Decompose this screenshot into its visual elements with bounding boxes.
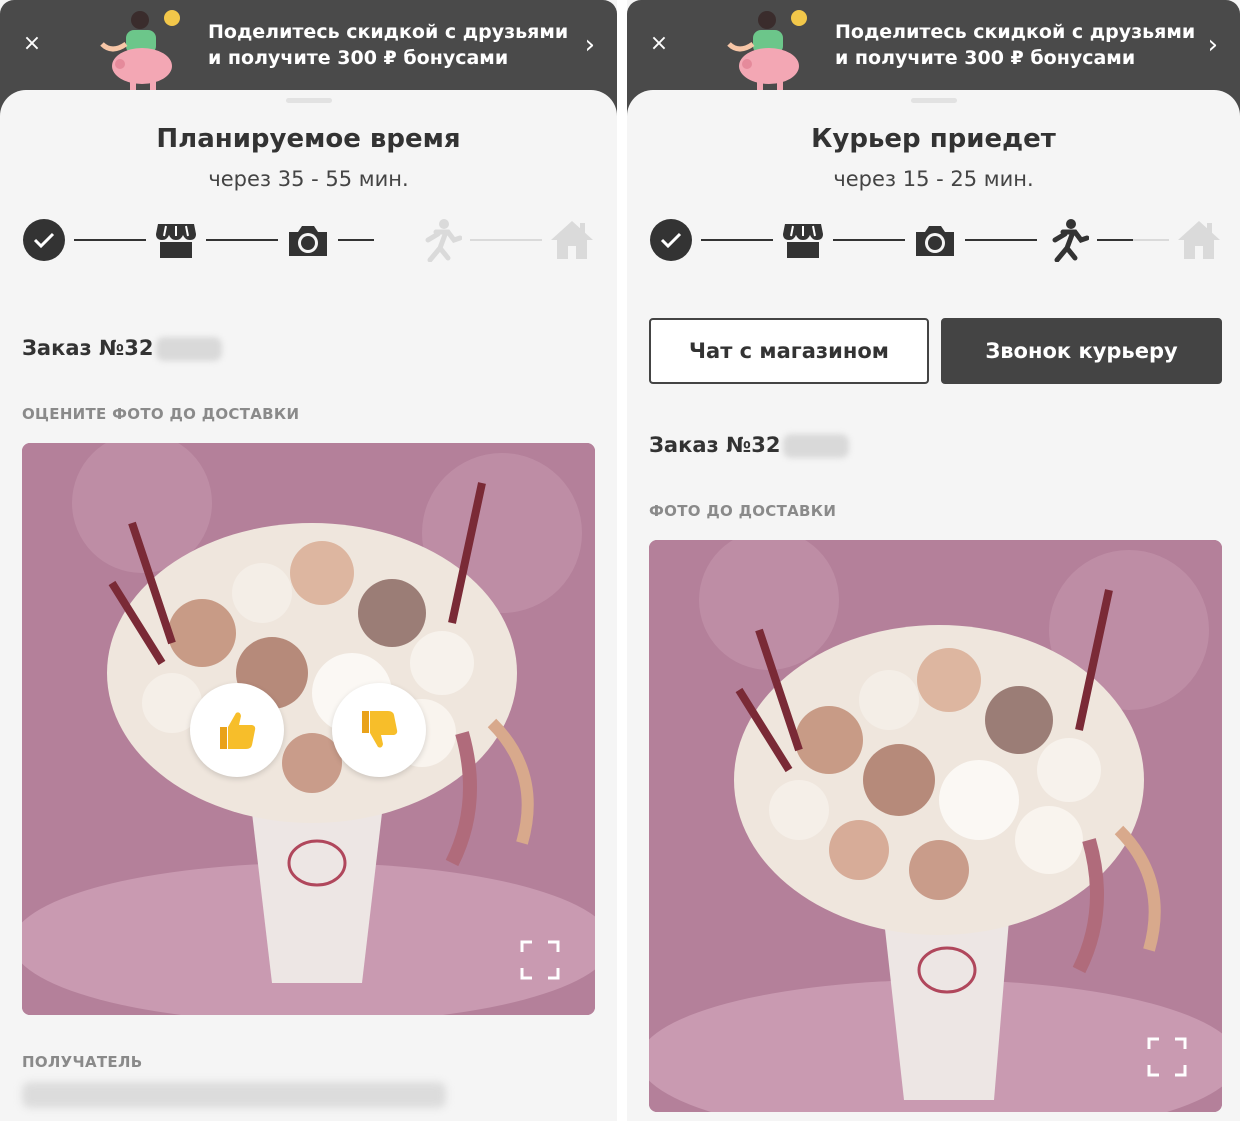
- order-number-blur: [782, 434, 849, 458]
- bouquet-photo[interactable]: [22, 443, 595, 1015]
- store-icon: [154, 218, 198, 262]
- close-icon[interactable]: ×: [22, 33, 42, 55]
- sheet-handle[interactable]: [285, 98, 332, 103]
- step-connector: [1097, 239, 1133, 241]
- order-label: Заказ №32: [649, 433, 781, 457]
- photo-section-label: ФОТО ДО ДОСТАВКИ: [649, 502, 837, 520]
- step-connector: [470, 239, 542, 241]
- piggy-bank-illustration: [100, 10, 180, 90]
- close-icon[interactable]: ×: [649, 33, 669, 55]
- chevron-right-icon[interactable]: ›: [1208, 32, 1218, 58]
- status-title: Планируемое время: [156, 124, 461, 154]
- camera-icon: [286, 218, 330, 262]
- check-icon: [649, 218, 693, 262]
- status-title: Курьер приедет: [811, 124, 1056, 154]
- order-sheet: Курьер приедет через 15 - 25 мин. Чат с …: [627, 90, 1240, 1121]
- bouquet-photo[interactable]: [649, 540, 1222, 1112]
- order-sheet: Планируемое время через 35 - 55 мин. Зак…: [0, 90, 617, 1121]
- order-number-blur: [155, 337, 222, 361]
- expand-icon[interactable]: [520, 940, 560, 980]
- step-connector: [74, 239, 146, 241]
- chevron-right-icon[interactable]: ›: [585, 32, 595, 58]
- recipient-info-blur: [22, 1082, 446, 1108]
- home-icon: [1177, 218, 1221, 262]
- screen-right: × Поделитесь скидкой с друзьями и получи…: [627, 0, 1240, 1121]
- step-connector: [833, 239, 905, 241]
- piggy-bank-illustration: [727, 10, 807, 90]
- camera-icon: [913, 218, 957, 262]
- check-icon: [22, 218, 66, 262]
- status-eta: через 35 - 55 мин.: [208, 167, 409, 191]
- progress-steps: [22, 218, 595, 284]
- recipient-section-label: ПОЛУЧАТЕЛЬ: [22, 1053, 143, 1071]
- step-connector: [338, 239, 374, 241]
- sheet-handle[interactable]: [910, 98, 957, 103]
- progress-steps: [649, 218, 1221, 284]
- bouquet-image: [22, 443, 595, 1015]
- bouquet-image: [649, 540, 1222, 1112]
- step-connector: [701, 239, 773, 241]
- step-connector: [965, 239, 1037, 241]
- thumbs-up-icon: [220, 712, 256, 749]
- status-eta: через 15 - 25 мин.: [833, 167, 1034, 191]
- courier-icon: [418, 218, 462, 262]
- step-connector: [206, 239, 278, 241]
- store-icon: [781, 218, 825, 262]
- like-button[interactable]: [190, 683, 284, 777]
- expand-icon[interactable]: [1147, 1037, 1187, 1077]
- order-number: Заказ №32: [649, 433, 849, 458]
- step-connector: [1133, 239, 1169, 241]
- dislike-button[interactable]: [332, 683, 426, 777]
- courier-icon: [1045, 218, 1089, 262]
- order-label: Заказ №32: [22, 336, 154, 360]
- call-courier-button[interactable]: Звонок курьеру: [941, 318, 1222, 384]
- photo-section-label: ОЦЕНИТЕ ФОТО ДО ДОСТАВКИ: [22, 405, 300, 423]
- promo-text: Поделитесь скидкой с друзьями и получите…: [835, 21, 1196, 69]
- screen-left: × Поделитесь скидкой с друзьями и получи…: [0, 0, 617, 1121]
- thumbs-down-icon: [362, 711, 398, 748]
- home-icon: [550, 218, 594, 262]
- chat-with-store-button[interactable]: Чат с магазином: [649, 318, 929, 384]
- order-number: Заказ №32: [22, 336, 222, 361]
- promo-text: Поделитесь скидкой с друзьями и получите…: [208, 21, 569, 69]
